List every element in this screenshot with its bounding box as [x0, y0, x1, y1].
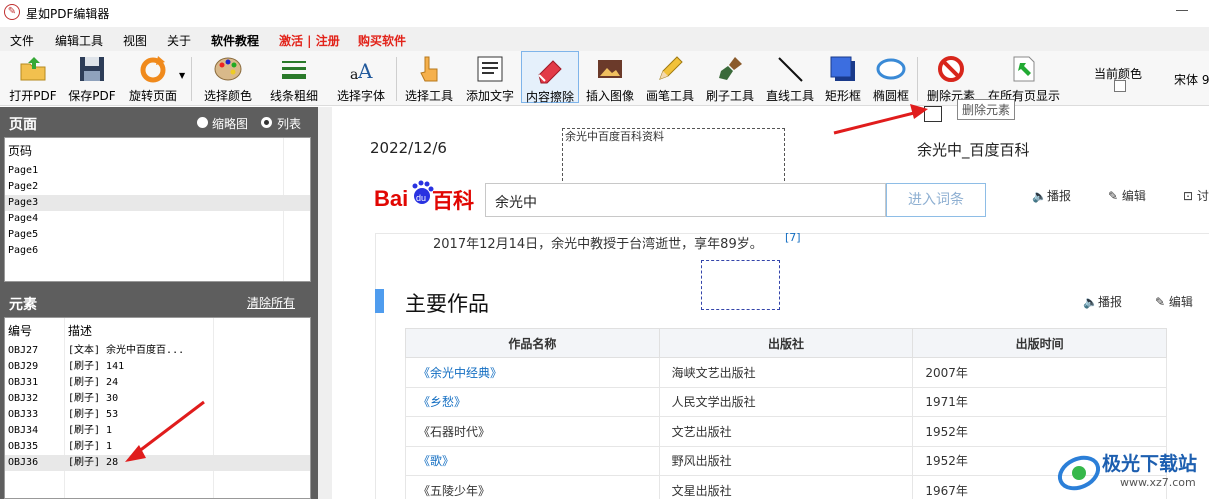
red-arrow-icon	[833, 104, 928, 135]
watermark: 极光下载站 www.xz7.com	[1056, 448, 1206, 498]
watermark-logo-icon	[1057, 455, 1101, 491]
annotation-arrows	[125, 104, 928, 462]
watermark-text: 极光下载站	[1102, 453, 1198, 475]
watermark-url: www.xz7.com	[1120, 476, 1196, 489]
red-arrow-icon	[125, 400, 205, 462]
